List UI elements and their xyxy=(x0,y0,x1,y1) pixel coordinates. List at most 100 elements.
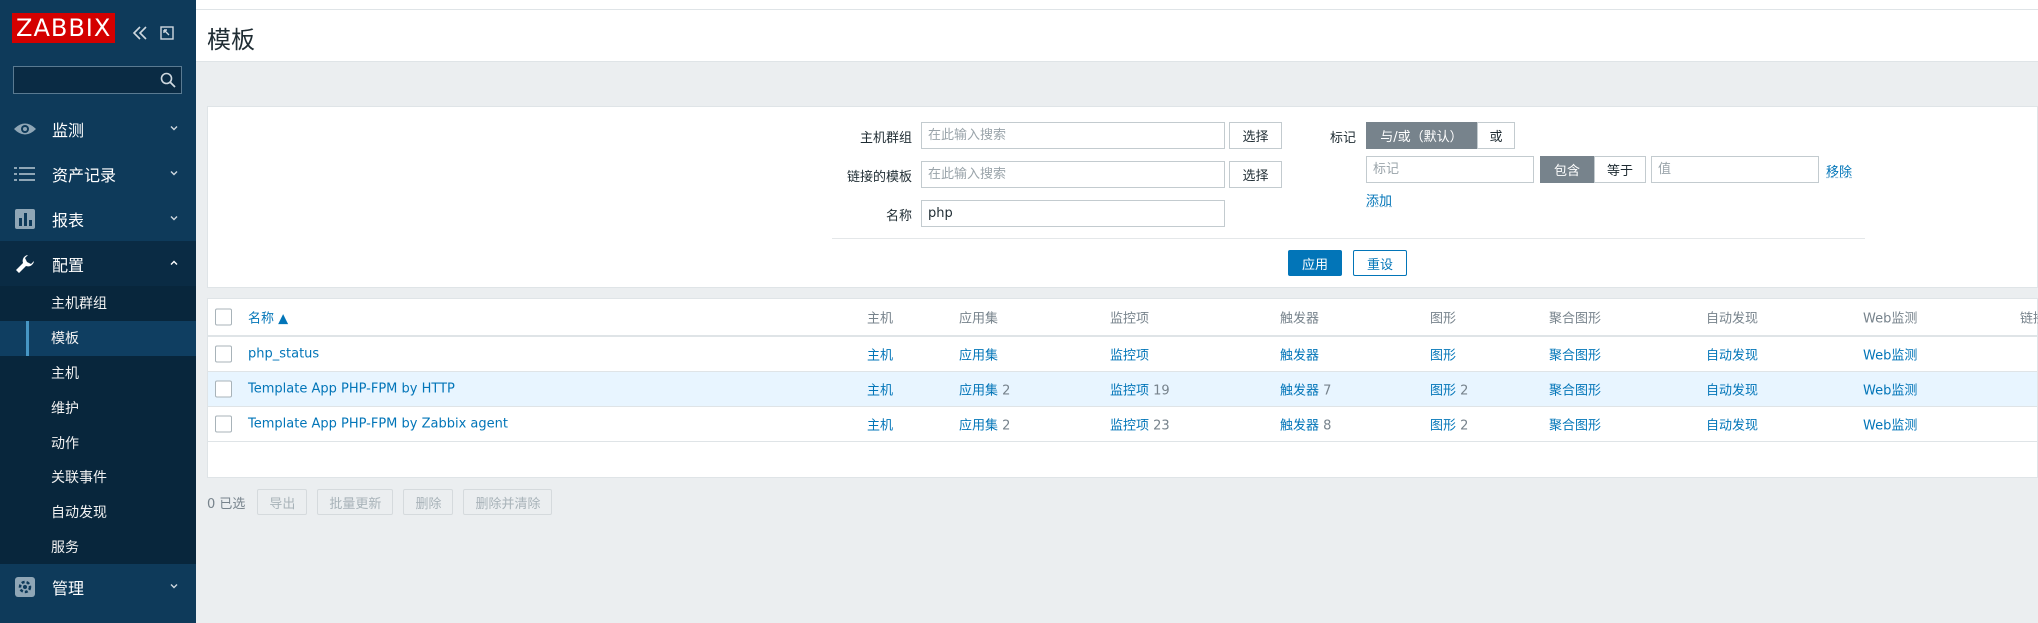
menu-item-inventory[interactable]: 资产记录 xyxy=(0,151,196,196)
submenu-host-groups[interactable]: 主机群组 xyxy=(0,286,196,321)
submenu-discovery[interactable]: 自动发现 xyxy=(0,494,196,530)
eye-icon xyxy=(12,116,38,142)
name-input[interactable] xyxy=(921,200,1225,227)
items-link[interactable]: 监控项 xyxy=(1110,349,1149,364)
linked-templates-label: 链接的模板 xyxy=(846,170,912,185)
items-count: 23 xyxy=(1153,418,1170,434)
screens-link[interactable]: 聚合图形 xyxy=(1549,415,1601,434)
kiosk-mode-icon[interactable] xyxy=(158,24,176,42)
chevron-down-icon xyxy=(168,580,180,592)
menu-label: 管理 xyxy=(52,578,85,598)
tag-name-input[interactable] xyxy=(1366,156,1534,183)
web-link[interactable]: Web监测 xyxy=(1863,415,1917,434)
column-screens: 聚合图形 xyxy=(1549,311,1602,327)
submenu-services[interactable]: 服务 xyxy=(0,529,196,565)
items-link[interactable]: 监控项 xyxy=(1110,384,1149,399)
triggers-cell: 触发器 7 xyxy=(1280,380,1331,399)
linked-templates-select-button[interactable]: 选择 xyxy=(1229,161,1282,188)
collapse-sidebar-icon[interactable] xyxy=(131,24,149,42)
triggers-count: 7 xyxy=(1323,383,1332,399)
list-icon xyxy=(12,161,38,187)
menu-item-configuration[interactable]: 配置 xyxy=(0,241,196,286)
select-all-checkbox[interactable] xyxy=(215,308,232,326)
reset-button[interactable]: 重设 xyxy=(1353,250,1407,276)
graphs-cell: 图形 xyxy=(1430,345,1456,364)
submenu-templates[interactable]: 模板 xyxy=(0,320,196,356)
triggers-link[interactable]: 触发器 xyxy=(1280,349,1319,364)
menu-label: 监测 xyxy=(52,120,85,140)
tags-label: 标记 xyxy=(1329,131,1356,146)
name-label: 名称 xyxy=(885,209,912,224)
template-name-link[interactable]: Template App PHP-FPM by Zabbix agent xyxy=(248,417,508,432)
hosts-link[interactable]: 主机 xyxy=(867,415,893,434)
delete-and-clear-button[interactable]: 删除并清除 xyxy=(463,489,553,515)
tag-operator-contains[interactable]: 包含 xyxy=(1540,156,1594,183)
row-checkbox[interactable] xyxy=(215,415,232,433)
mass-actions: 0 已选 导出 批量更新 删除 删除并清除 xyxy=(207,489,562,515)
menu-item-administration[interactable]: 管理 xyxy=(0,564,196,609)
applications-link[interactable]: 应用集 xyxy=(959,349,998,364)
menu-label: 资产记录 xyxy=(52,165,117,185)
row-checkbox[interactable] xyxy=(215,380,232,398)
screens-link[interactable]: 聚合图形 xyxy=(1549,345,1601,364)
submenu-hosts[interactable]: 主机 xyxy=(0,355,196,391)
apply-button[interactable]: 应用 xyxy=(1288,250,1342,276)
column-name[interactable]: 名称 ▲ xyxy=(248,308,288,327)
linked-templates-input[interactable] xyxy=(921,161,1225,188)
submenu-event-correlation[interactable]: 关联事件 xyxy=(0,459,196,495)
discovery-link[interactable]: 自动发现 xyxy=(1706,380,1758,399)
templates-table: 名称 ▲ 主机 应用集 监控项 触发器 图形 聚合图形 自动发现 Web监测 链… xyxy=(207,298,2038,478)
screens-link[interactable]: 聚合图形 xyxy=(1549,380,1601,399)
triggers-link[interactable]: 触发器 xyxy=(1280,384,1319,399)
items-cell: 监控项 23 xyxy=(1110,415,1170,434)
applications-link[interactable]: 应用集 xyxy=(959,384,998,399)
tag-operator-equals[interactable]: 等于 xyxy=(1594,156,1646,183)
graphs-link[interactable]: 图形 xyxy=(1430,419,1456,434)
search-icon[interactable] xyxy=(159,71,177,89)
host-groups-label: 主机群组 xyxy=(859,131,912,146)
graphs-count: 2 xyxy=(1460,418,1469,434)
items-count: 19 xyxy=(1153,383,1170,399)
mass-update-button[interactable]: 批量更新 xyxy=(317,489,394,515)
delete-button[interactable]: 删除 xyxy=(403,489,454,515)
applications-cell: 应用集 2 xyxy=(959,380,1010,399)
host-groups-input[interactable] xyxy=(921,122,1225,149)
logo-row: ZABBIX xyxy=(0,0,196,56)
zabbix-logo[interactable]: ZABBIX xyxy=(12,13,116,43)
row-checkbox[interactable] xyxy=(215,345,232,363)
submenu-maintenance[interactable]: 维护 xyxy=(0,390,196,426)
menu-label: 报表 xyxy=(52,210,85,230)
discovery-link[interactable]: 自动发现 xyxy=(1706,345,1758,364)
template-name-link[interactable]: Template App PHP-FPM by HTTP xyxy=(248,382,455,397)
tag-eval-or[interactable]: 或 xyxy=(1477,122,1515,149)
bar-chart-icon xyxy=(12,206,38,232)
column-web: Web监测 xyxy=(1863,311,1918,327)
tag-eval-and-or[interactable]: 与/或（默认） xyxy=(1366,122,1477,149)
export-button[interactable]: 导出 xyxy=(257,489,308,515)
web-link[interactable]: Web监测 xyxy=(1863,345,1917,364)
hosts-link[interactable]: 主机 xyxy=(867,345,893,364)
sidebar-search-input[interactable] xyxy=(13,66,182,94)
host-groups-select-button[interactable]: 选择 xyxy=(1229,122,1282,149)
graphs-link[interactable]: 图形 xyxy=(1430,349,1456,364)
column-items: 监控项 xyxy=(1110,311,1150,327)
triggers-link[interactable]: 触发器 xyxy=(1280,419,1319,434)
graphs-link[interactable]: 图形 xyxy=(1430,384,1456,399)
template-name-link[interactable]: php_status xyxy=(248,347,319,362)
applications-link[interactable]: 应用集 xyxy=(959,419,998,434)
graphs-count: 2 xyxy=(1460,383,1469,399)
tag-remove-link[interactable]: 移除 xyxy=(1826,161,1852,180)
tag-add-link[interactable]: 添加 xyxy=(1366,190,1392,209)
web-link[interactable]: Web监测 xyxy=(1863,380,1917,399)
applications-count: 2 xyxy=(1002,418,1011,434)
discovery-link[interactable]: 自动发现 xyxy=(1706,415,1758,434)
selected-count: 0 已选 xyxy=(207,496,246,512)
items-link[interactable]: 监控项 xyxy=(1110,419,1149,434)
menu-item-monitoring[interactable]: 监测 xyxy=(0,106,196,151)
tag-value-input[interactable] xyxy=(1651,156,1819,183)
menu-item-reports[interactable]: 报表 xyxy=(0,196,196,241)
submenu-actions[interactable]: 动作 xyxy=(0,425,196,460)
hosts-link[interactable]: 主机 xyxy=(867,380,893,399)
applications-cell: 应用集 xyxy=(959,345,998,364)
chevron-down-icon xyxy=(168,167,180,179)
